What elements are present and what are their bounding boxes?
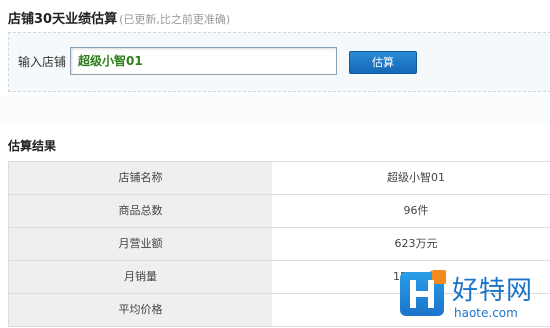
row-label: 月营业额	[8, 228, 272, 260]
table-row: 店铺名称 超级小智01	[8, 162, 550, 195]
row-value: 623万元	[272, 228, 550, 260]
result-title: 估算结果	[8, 139, 57, 153]
watermark-text: 好特网	[452, 276, 534, 306]
row-label: 月销量	[8, 261, 272, 293]
estimate-button[interactable]: 估算	[349, 51, 417, 74]
search-panel: 输入店铺 超级小智01 估算	[8, 32, 550, 92]
page-title: 店铺30天业绩估算	[8, 12, 118, 27]
table-row: 月营业额 623万元	[8, 228, 550, 261]
update-note: (已更新,比之前更准确)	[119, 13, 231, 26]
site-watermark: 好特网 haote.com	[400, 262, 550, 328]
row-value: 96件	[272, 195, 550, 227]
shop-name-input[interactable]: 超级小智01	[70, 47, 337, 75]
row-value: 超级小智01	[272, 162, 550, 194]
row-label: 平均价格	[8, 294, 272, 326]
section-divider	[0, 95, 550, 125]
table-row: 商品总数 96件	[8, 195, 550, 228]
row-label: 商品总数	[8, 195, 272, 227]
watermark-domain: haote.com	[454, 306, 518, 320]
watermark-logo-icon	[400, 270, 446, 316]
shop-input-label: 输入店铺	[18, 55, 67, 69]
row-label: 店铺名称	[8, 162, 272, 194]
page-header: 店铺30天业绩估算 (已更新,比之前更准确)	[8, 8, 230, 28]
